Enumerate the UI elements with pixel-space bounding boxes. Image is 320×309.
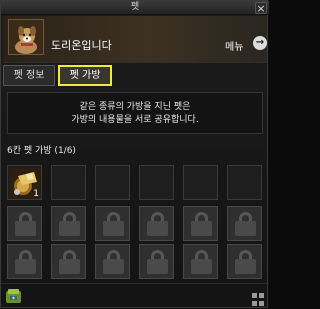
locked-bag-slot	[139, 244, 174, 279]
lock-icon	[235, 250, 256, 274]
title-bar[interactable]: 펫 ×	[1, 1, 269, 15]
bag-slot[interactable]	[95, 165, 130, 200]
tab-pet-info[interactable]: 펫 정보	[3, 65, 55, 86]
item-count: 1	[33, 189, 39, 199]
footer-bar	[1, 283, 269, 309]
lock-icon	[191, 250, 212, 274]
locked-bag-slot	[95, 244, 130, 279]
pet-bag-icon[interactable]	[5, 287, 23, 305]
locked-bag-slot	[183, 206, 218, 241]
bag-slot[interactable]	[183, 165, 218, 200]
locked-bag-slot	[7, 206, 42, 241]
lock-icon	[147, 212, 168, 236]
lock-icon	[15, 250, 36, 274]
pet-window: 펫 × 도리온입니다 메뉴 → 펫 정보 펫 가방 같은 종류의 가방을 지닌 …	[0, 0, 269, 309]
lock-icon	[59, 250, 80, 274]
pet-portrait	[8, 19, 44, 55]
locked-bag-slot	[227, 206, 262, 241]
menu-button[interactable]: →	[253, 36, 267, 50]
locked-bag-slot	[227, 244, 262, 279]
locked-bag-slot	[139, 206, 174, 241]
bag-slot[interactable]: 1	[7, 165, 42, 200]
bag-slot[interactable]	[51, 165, 86, 200]
locked-bag-slot	[7, 244, 42, 279]
grid-view-icon[interactable]	[252, 293, 265, 306]
menu-label: 메뉴	[225, 42, 244, 53]
bag-slot[interactable]	[139, 165, 174, 200]
locked-bag-slot	[95, 206, 130, 241]
pet-header: 도리온입니다 메뉴 →	[3, 16, 267, 63]
window-title: 펫	[130, 2, 140, 12]
lock-icon	[103, 250, 124, 274]
lock-icon	[59, 212, 80, 236]
lock-icon	[15, 212, 36, 236]
locked-bag-slot	[183, 244, 218, 279]
locked-bag-slot	[51, 244, 86, 279]
locked-bag-slot	[51, 206, 86, 241]
lock-icon	[103, 212, 124, 236]
info-line-1: 같은 종류의 가방을 지닌 펫은	[79, 102, 191, 112]
tab-pet-bag[interactable]: 펫 가방	[58, 65, 112, 86]
bag-slot[interactable]	[227, 165, 262, 200]
pet-name: 도리온입니다	[51, 39, 112, 52]
lock-icon	[147, 250, 168, 274]
bag-title: 6칸 펫 가방 (1/6)	[7, 146, 76, 156]
lock-icon	[191, 212, 212, 236]
info-message: 같은 종류의 가방을 지닌 펫은 가방의 내용물을 서로 공유합니다.	[7, 92, 263, 134]
dog-icon	[9, 20, 43, 54]
info-line-2: 가방의 내용물을 서로 공유합니다.	[71, 115, 199, 125]
lock-icon	[235, 212, 256, 236]
close-button[interactable]: ×	[255, 2, 267, 14]
